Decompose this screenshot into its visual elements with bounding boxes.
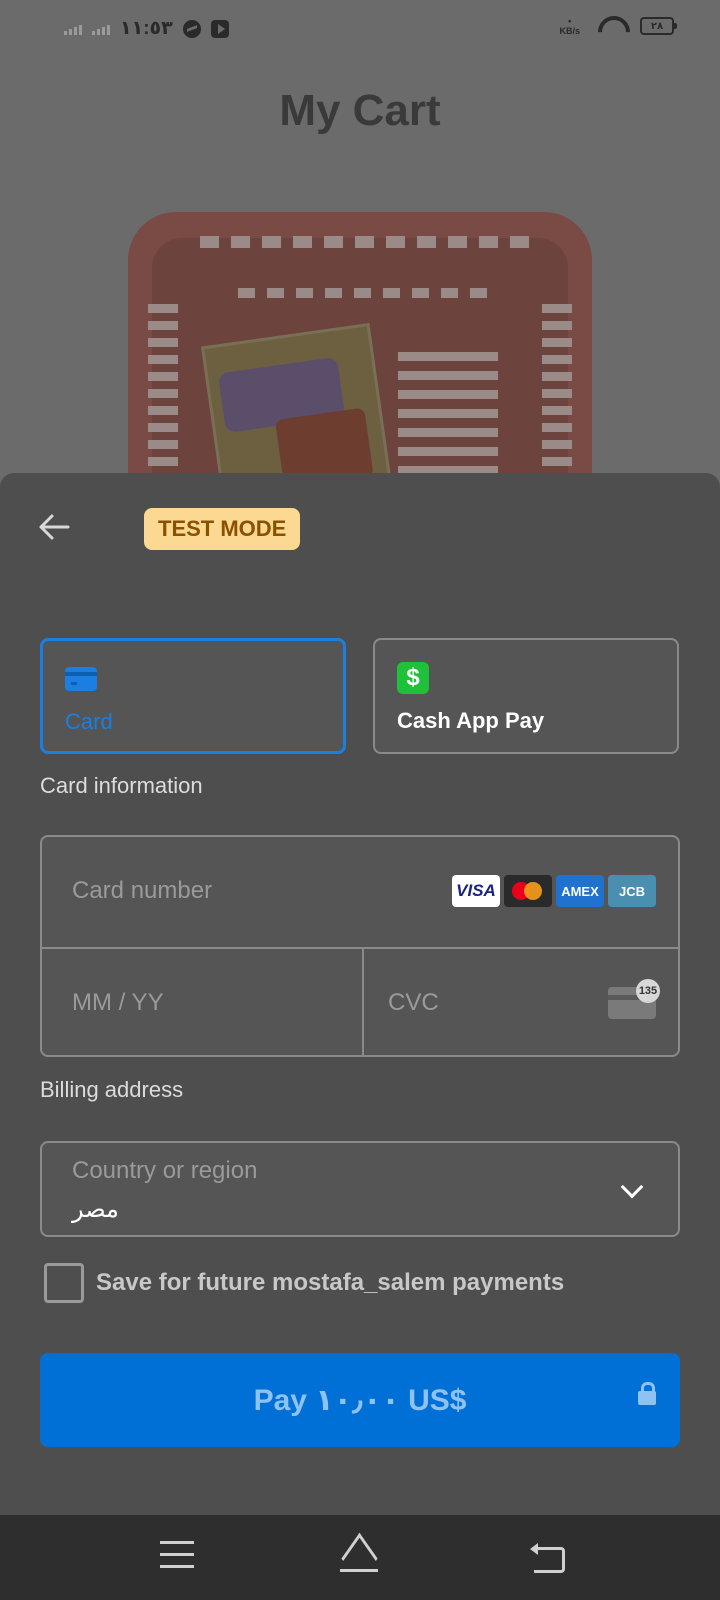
save-label: Save for future mostafa_salem payments bbox=[96, 1269, 565, 1296]
cvc-field[interactable]: CVC bbox=[388, 989, 439, 1017]
page-title: My Cart bbox=[279, 86, 441, 135]
payment-method-card[interactable]: Card bbox=[40, 638, 346, 754]
amex-icon: AMEX bbox=[556, 875, 604, 907]
expiry-field[interactable]: MM / YY bbox=[72, 989, 164, 1017]
card-brands: VISA AMEX JCB bbox=[452, 875, 656, 907]
signal-icon-2 bbox=[92, 23, 110, 35]
country-select[interactable]: Country or region مصر bbox=[40, 1141, 680, 1237]
status-bar: ١١:٥٣ • KB/s ٢٨ bbox=[0, 0, 720, 60]
cart-basket-image bbox=[128, 212, 592, 502]
card-number-field[interactable]: Card number bbox=[72, 877, 212, 905]
payment-sheet: TEST MODE Card $ Cash App Pay Card infor… bbox=[0, 473, 720, 1515]
cvc-card-icon: 135 bbox=[608, 979, 660, 1019]
battery-icon: ٢٨ bbox=[640, 17, 677, 35]
jcb-icon: JCB bbox=[608, 875, 656, 907]
save-payment-row: Save for future mostafa_salem payments bbox=[44, 1263, 564, 1303]
lock-icon bbox=[638, 1382, 656, 1405]
payment-method-cash-app[interactable]: $ Cash App Pay bbox=[373, 638, 679, 754]
pay-button[interactable]: Pay ١٠٫٠٠ US$ bbox=[40, 1353, 680, 1447]
country-label: Country or region bbox=[72, 1157, 258, 1184]
pay-label: Pay ١٠٫٠٠ US$ bbox=[253, 1383, 467, 1417]
visa-icon: VISA bbox=[452, 875, 500, 907]
payment-method-label: Cash App Pay bbox=[397, 708, 545, 733]
system-nav-bar bbox=[0, 1515, 720, 1600]
home-icon[interactable] bbox=[338, 1541, 378, 1575]
wifi-icon bbox=[598, 16, 622, 36]
mastercard-icon bbox=[504, 875, 552, 907]
messenger-icon bbox=[182, 19, 201, 38]
status-time: ١١:٥٣ bbox=[120, 18, 173, 39]
status-right: • KB/s ٢٨ bbox=[559, 16, 677, 36]
card-information-label: Card information bbox=[40, 773, 203, 798]
youtube-icon bbox=[210, 19, 229, 38]
back-nav-icon[interactable] bbox=[530, 1541, 570, 1575]
network-speed: • KB/s bbox=[559, 16, 580, 36]
payment-method-label: Card bbox=[65, 709, 113, 734]
billing-address-label: Billing address bbox=[40, 1077, 184, 1102]
cash-app-icon: $ bbox=[397, 662, 429, 694]
signal-icon bbox=[64, 23, 82, 35]
save-checkbox[interactable] bbox=[44, 1263, 84, 1303]
credit-card-icon bbox=[65, 667, 97, 691]
arrow-left-icon bbox=[39, 514, 70, 540]
card-input-group: Card number VISA AMEX JCB MM / YY CVC 13… bbox=[40, 835, 680, 1057]
country-value: مصر bbox=[72, 1196, 119, 1223]
back-button[interactable] bbox=[34, 507, 74, 547]
chevron-down-icon bbox=[620, 1175, 644, 1199]
test-mode-badge: TEST MODE bbox=[144, 508, 301, 550]
status-left: ١١:٥٣ bbox=[64, 17, 229, 40]
menu-icon[interactable] bbox=[160, 1541, 200, 1575]
